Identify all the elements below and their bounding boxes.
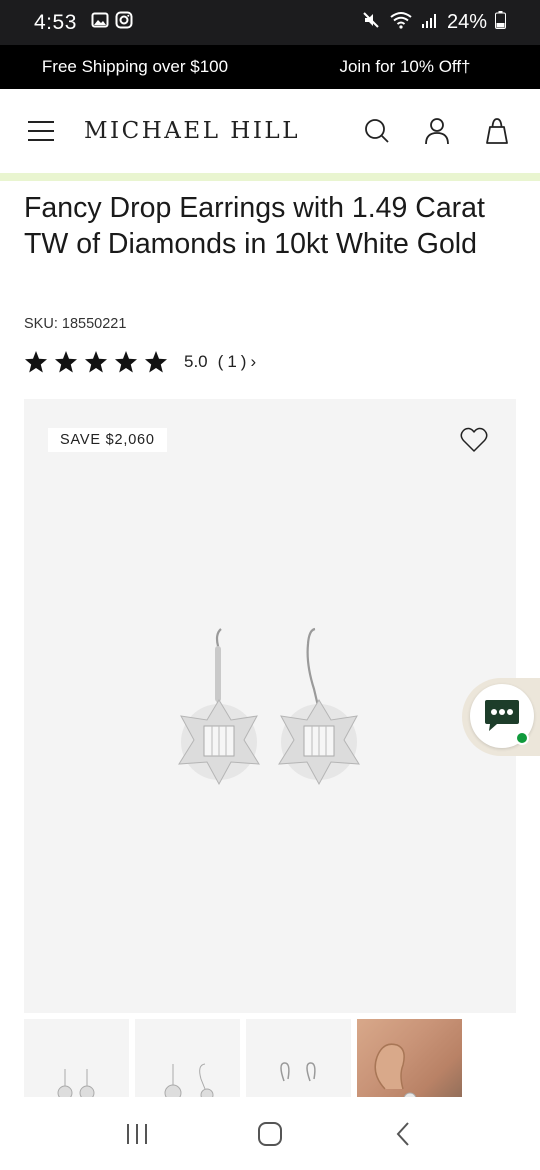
back-icon[interactable] (383, 1114, 423, 1154)
wifi-icon (389, 10, 413, 36)
join-offer-link[interactable]: Join for 10% Off† (270, 57, 540, 77)
earrings-image (178, 627, 360, 786)
instagram-icon (115, 11, 133, 34)
header-accent-strip (0, 173, 540, 181)
chat-button[interactable] (462, 678, 540, 756)
product-rating[interactable]: 5.0 ( 1 ) › (24, 350, 256, 374)
battery-icon (495, 10, 506, 35)
brand-logo[interactable]: MICHAEL HILL (84, 118, 300, 144)
status-time: 4:53 (34, 10, 77, 34)
product-gallery[interactable]: SAVE $2,060 (24, 399, 516, 1013)
heart-icon[interactable] (460, 427, 488, 453)
system-nav-bar (0, 1097, 540, 1170)
product-title: Fancy Drop Earrings with 1.49 Carat TW o… (24, 192, 485, 260)
thumbnail-side-view[interactable] (135, 1019, 240, 1097)
thumbnail-front-view[interactable] (24, 1019, 129, 1097)
chevron-right-icon: › (250, 352, 257, 371)
site-header: MICHAEL HILL (0, 89, 540, 173)
star-icon (85, 351, 107, 373)
status-bar: 4:53 24% (0, 0, 540, 45)
bag-icon[interactable] (482, 116, 512, 146)
save-badge: SAVE $2,060 (48, 428, 167, 452)
rating-summary[interactable]: 5.0 ( 1 ) › (184, 352, 256, 372)
sku-value: 18550221 (61, 316, 127, 332)
star-icon (145, 351, 167, 373)
star-icon (55, 351, 77, 373)
thumbnail-back-view[interactable] (246, 1019, 351, 1097)
signal-icon (421, 11, 439, 35)
home-icon[interactable] (250, 1114, 290, 1154)
thumbnail-worn-on-ear[interactable] (357, 1019, 462, 1097)
search-icon[interactable] (362, 116, 392, 146)
rating-stars (24, 350, 168, 374)
star-icon (115, 351, 137, 373)
mute-icon (361, 10, 381, 36)
free-shipping-link[interactable]: Free Shipping over $100 (0, 57, 270, 77)
rating-count-open: ( (217, 352, 224, 371)
recent-apps-icon[interactable] (117, 1114, 157, 1154)
sku-label: SKU: (24, 316, 58, 332)
menu-icon[interactable] (28, 121, 54, 141)
star-icon (25, 351, 47, 373)
thumbnail-strip (24, 1019, 540, 1097)
rating-count: 1 (227, 352, 237, 371)
online-status-dot (515, 731, 529, 745)
image-icon (91, 11, 109, 34)
rating-count-close: ) (240, 352, 247, 371)
promo-bar: Free Shipping over $100 Join for 10% Off… (0, 45, 540, 89)
account-icon[interactable] (422, 116, 452, 146)
product-sku: SKU: 18550221 (24, 316, 126, 332)
battery-percent: 24% (446, 11, 487, 33)
rating-score: 5.0 (184, 352, 208, 371)
